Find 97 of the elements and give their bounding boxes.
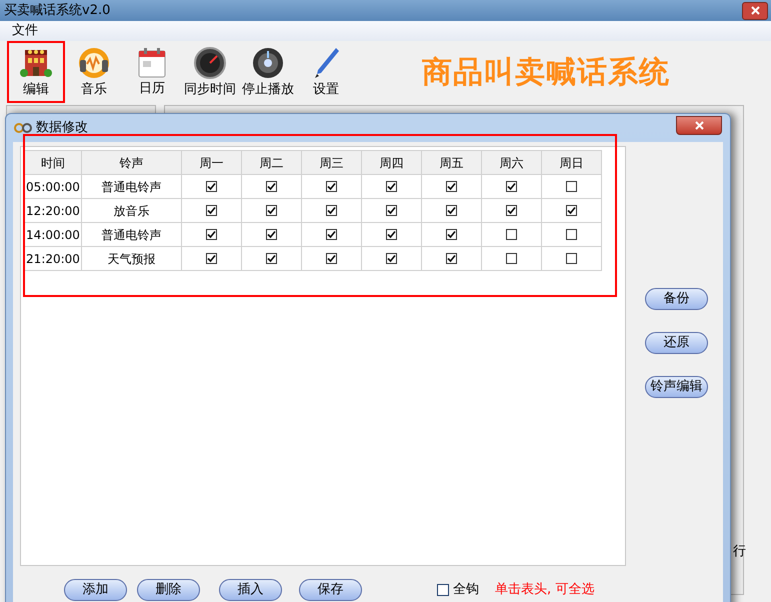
checkbox[interactable] bbox=[446, 181, 457, 192]
tick-icon bbox=[207, 182, 216, 191]
checkbox[interactable] bbox=[506, 181, 517, 192]
tick-icon bbox=[387, 206, 396, 215]
checkbox[interactable] bbox=[506, 205, 517, 216]
checkbox[interactable] bbox=[386, 253, 397, 264]
checkbox[interactable] bbox=[326, 205, 337, 216]
tick-icon bbox=[567, 206, 576, 215]
checkbox[interactable] bbox=[506, 253, 517, 264]
checkbox[interactable] bbox=[326, 181, 337, 192]
headphones-icon bbox=[77, 46, 111, 80]
label-text: 行 bbox=[733, 543, 746, 561]
checkbox[interactable] bbox=[326, 253, 337, 264]
checkbox[interactable] bbox=[566, 253, 577, 264]
tick-icon bbox=[507, 206, 516, 215]
checkbox[interactable] bbox=[446, 205, 457, 216]
checkbox[interactable] bbox=[206, 229, 217, 240]
toolbar-button[interactable]: 设置 bbox=[298, 42, 354, 102]
close-button[interactable] bbox=[742, 2, 768, 20]
checkbox[interactable] bbox=[446, 229, 457, 240]
menu-item[interactable]: 文件 bbox=[8, 21, 42, 41]
tick-icon bbox=[267, 230, 276, 239]
checkbox[interactable] bbox=[266, 229, 277, 240]
tick-icon bbox=[387, 254, 396, 263]
toolbar-button[interactable]: 编辑 bbox=[8, 42, 64, 102]
tick-icon bbox=[387, 182, 396, 191]
tick-icon bbox=[207, 254, 216, 263]
toolbar-button[interactable]: 停止播放 bbox=[240, 42, 296, 102]
checkbox[interactable] bbox=[566, 205, 577, 216]
checkbox[interactable] bbox=[266, 253, 277, 264]
gauge-icon bbox=[193, 46, 227, 80]
tick-icon bbox=[267, 254, 276, 263]
app-icon bbox=[14, 122, 32, 134]
checkbox[interactable] bbox=[506, 229, 517, 240]
tick-icon bbox=[507, 182, 516, 191]
table-cell: 12:20:00 bbox=[24, 198, 82, 222]
checkbox[interactable] bbox=[326, 229, 337, 240]
tick-icon bbox=[447, 254, 456, 263]
side-button[interactable]: 备份 bbox=[645, 288, 708, 310]
checkbox[interactable] bbox=[566, 229, 577, 240]
select-all-checkbox[interactable]: 全钩 bbox=[437, 580, 479, 600]
action-button[interactable]: 删除 bbox=[137, 579, 200, 601]
toolbar-button[interactable]: 同步时间 bbox=[182, 42, 238, 102]
tick-icon bbox=[447, 230, 456, 239]
checkbox[interactable] bbox=[206, 181, 217, 192]
column-header[interactable]: 周二 bbox=[242, 150, 302, 174]
table-cell: 天气预报 bbox=[82, 246, 182, 270]
window-title: 买卖喊话系统v2.0 bbox=[3, 2, 110, 20]
side-button[interactable]: 还原 bbox=[645, 332, 708, 354]
tick-icon bbox=[327, 206, 336, 215]
tick-icon bbox=[327, 230, 336, 239]
action-button[interactable]: 保存 bbox=[299, 579, 362, 601]
column-header[interactable]: 时间 bbox=[24, 150, 82, 174]
column-header[interactable]: 周四 bbox=[362, 150, 422, 174]
checkbox[interactable] bbox=[206, 253, 217, 264]
speaker-icon bbox=[251, 46, 285, 80]
column-header[interactable]: 周六 bbox=[482, 150, 542, 174]
column-header[interactable]: 周一 bbox=[182, 150, 242, 174]
table-cell: 放音乐 bbox=[82, 198, 182, 222]
checkbox[interactable] bbox=[566, 181, 577, 192]
banner-title: 商品叫卖喊话系统 bbox=[422, 54, 670, 92]
tick-icon bbox=[327, 182, 336, 191]
close-button[interactable] bbox=[676, 116, 722, 134]
toolbar-button[interactable]: 音乐 bbox=[66, 42, 122, 102]
side-button[interactable]: 铃声编辑 bbox=[645, 376, 708, 398]
close-icon bbox=[750, 6, 760, 15]
column-header[interactable]: 周日 bbox=[542, 150, 602, 174]
hint-text: 单击表头, 可全选 bbox=[495, 581, 594, 600]
checkbox[interactable] bbox=[386, 181, 397, 192]
checkbox[interactable] bbox=[266, 205, 277, 216]
checkbox[interactable] bbox=[266, 181, 277, 192]
tick-icon bbox=[267, 182, 276, 191]
table-cell: 05:00:00 bbox=[24, 174, 82, 198]
table-cell: 普通电铃声 bbox=[82, 222, 182, 246]
action-button[interactable]: 插入 bbox=[219, 579, 282, 601]
tick-icon bbox=[387, 230, 396, 239]
action-button[interactable]: 添加 bbox=[64, 579, 127, 601]
table-cell: 普通电铃声 bbox=[82, 174, 182, 198]
checkbox[interactable] bbox=[386, 205, 397, 216]
close-icon bbox=[694, 120, 704, 130]
column-header[interactable]: 周三 bbox=[302, 150, 362, 174]
tick-icon bbox=[207, 206, 216, 215]
calendar-icon bbox=[137, 47, 167, 79]
tick-icon bbox=[267, 206, 276, 215]
checkbox[interactable] bbox=[446, 253, 457, 264]
toolbar-button[interactable]: 日历 bbox=[124, 42, 180, 102]
checkbox[interactable] bbox=[206, 205, 217, 216]
table-cell: 21:20:00 bbox=[24, 246, 82, 270]
column-header[interactable]: 铃声 bbox=[82, 150, 182, 174]
tick-icon bbox=[207, 230, 216, 239]
checkbox[interactable] bbox=[386, 229, 397, 240]
tick-icon bbox=[327, 254, 336, 263]
tick-icon bbox=[447, 206, 456, 215]
column-header[interactable]: 周五 bbox=[422, 150, 482, 174]
tick-icon bbox=[447, 182, 456, 191]
table-cell: 14:00:00 bbox=[24, 222, 82, 246]
dialog-title: 数据修改 bbox=[36, 119, 88, 138]
